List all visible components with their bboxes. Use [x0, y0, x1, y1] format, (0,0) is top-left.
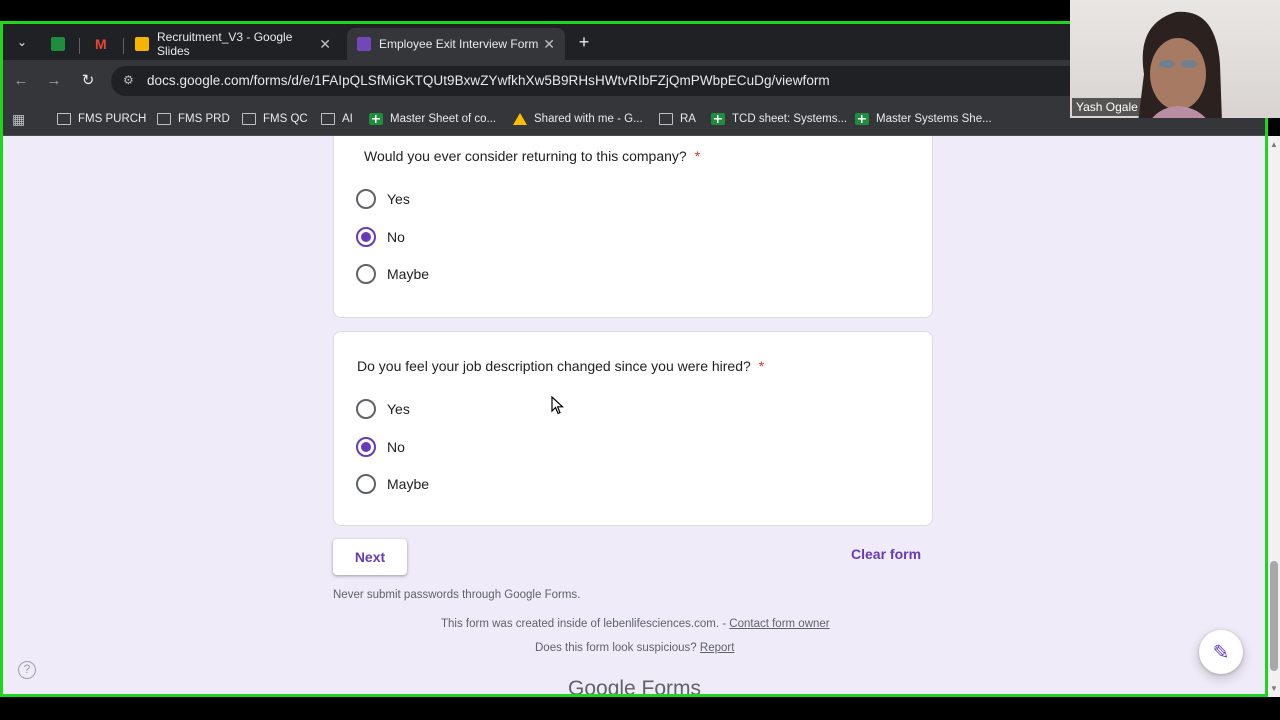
scroll-down-arrow-icon[interactable]: ▼: [1270, 684, 1278, 693]
folder-icon: [242, 113, 256, 125]
radio-button[interactable]: [356, 264, 376, 284]
form-page: Would you ever consider returning to thi…: [3, 136, 1268, 697]
sheets-icon: [855, 113, 869, 125]
report-link[interactable]: Report: [700, 642, 735, 654]
bookmark-item[interactable]: Master Sheet of co...: [369, 110, 496, 128]
tab-recruitment-slides[interactable]: Recruitment_V3 - Google Slides ✕: [125, 28, 341, 60]
suspicious-note: Does this form look suspicious? Report: [535, 642, 734, 654]
bookmark-label: RA: [680, 113, 696, 125]
bookmark-item[interactable]: FMS QC: [242, 110, 308, 128]
form-origin-text: This form was created inside of lebenlif…: [441, 618, 727, 630]
radio-option-yes[interactable]: Yes: [356, 398, 410, 420]
bookmark-label: FMS PURCH: [78, 113, 147, 125]
option-label: No: [387, 439, 405, 455]
required-asterisk: *: [694, 148, 701, 164]
folder-icon: [57, 113, 71, 125]
clear-form-button[interactable]: Clear form: [851, 546, 921, 562]
bookmark-label: FMS QC: [263, 113, 308, 125]
page-scrollbar[interactable]: ▲ ▼: [1268, 136, 1280, 697]
participant-name-label: Yash Ogale: [1072, 98, 1142, 116]
bookmark-item[interactable]: RA: [659, 110, 696, 128]
radio-option-maybe[interactable]: Maybe: [356, 473, 429, 495]
next-button[interactable]: Next: [333, 539, 407, 575]
help-icon[interactable]: ?: [18, 661, 36, 679]
bookmark-label: TCD sheet: Systems...: [732, 113, 848, 125]
bookmark-label: Master Systems She...: [876, 113, 992, 125]
option-label: Maybe: [387, 266, 430, 282]
address-bar[interactable]: ⚙ docs.google.com/forms/d/e/1FAIpQLSfMiG…: [111, 66, 1111, 96]
folder-icon: [157, 113, 171, 125]
sheets-icon: [369, 113, 383, 125]
radio-option-maybe[interactable]: Maybe: [356, 263, 429, 285]
bookmark-label: FMS PRD: [178, 113, 230, 125]
new-tab-plus-icon[interactable]: +: [573, 30, 595, 54]
bookmark-label: AI: [342, 113, 353, 125]
scroll-up-arrow-icon[interactable]: ▲: [1270, 140, 1278, 149]
radio-button[interactable]: [356, 227, 376, 247]
tab-label: Employee Exit Interview Form: [379, 37, 539, 51]
option-label: Yes: [387, 191, 410, 207]
bookmark-item[interactable]: FMS PRD: [157, 110, 230, 128]
option-label: No: [387, 229, 405, 245]
folder-icon: [659, 113, 673, 125]
question-title: Would you ever consider returning to thi…: [364, 148, 701, 164]
bookmark-item[interactable]: TCD sheet: Systems...: [711, 110, 847, 128]
url-text: docs.google.com/forms/d/e/1FAIpQLSfMiGKT…: [147, 73, 830, 88]
bookmark-label: Shared with me - G...: [534, 113, 643, 125]
bookmark-item[interactable]: Shared with me - G...: [513, 110, 643, 128]
contact-form-owner-link[interactable]: Contact form owner: [729, 618, 829, 630]
sheets-icon: [51, 37, 65, 51]
close-tab-icon[interactable]: ✕: [319, 36, 331, 53]
option-label: Maybe: [387, 476, 430, 492]
radio-button[interactable]: [356, 399, 376, 419]
gmail-icon: M: [95, 36, 107, 52]
radio-option-no[interactable]: No: [356, 436, 405, 458]
form-origin-note: This form was created inside of lebenlif…: [441, 618, 830, 630]
required-asterisk: *: [758, 358, 765, 374]
close-tab-icon[interactable]: ✕: [543, 36, 555, 53]
participant-video-icon: [1138, 11, 1222, 118]
bookmark-item[interactable]: FMS PURCH: [57, 110, 146, 128]
radio-button[interactable]: [356, 437, 376, 457]
forward-arrow-icon[interactable]: →: [45, 72, 63, 90]
tab-separator: [123, 38, 124, 54]
tab-sheets[interactable]: [41, 28, 81, 60]
forms-icon: [357, 37, 371, 51]
tab-separator: [79, 38, 80, 54]
drive-icon: [513, 113, 527, 125]
question-card: Do you feel your job description changed…: [333, 331, 933, 526]
bookmark-item[interactable]: Master Systems She...: [855, 110, 992, 128]
mouse-cursor-icon: [551, 396, 565, 415]
edit-pencil-icon[interactable]: ✎: [1199, 630, 1243, 674]
suspicious-text: Does this form look suspicious?: [535, 642, 697, 654]
reload-icon[interactable]: ↻: [79, 72, 97, 90]
folder-icon: [321, 113, 335, 125]
slides-icon: [135, 37, 149, 51]
scroll-thumb[interactable]: [1270, 561, 1278, 671]
question-title: Do you feel your job description changed…: [357, 358, 765, 374]
tab-gmail[interactable]: M: [85, 28, 125, 60]
radio-button[interactable]: [356, 189, 376, 209]
site-info-icon[interactable]: ⚙: [123, 73, 137, 87]
tab-exit-interview-form[interactable]: Employee Exit Interview Form ✕: [347, 28, 565, 60]
sheets-icon: [711, 113, 725, 125]
bookmark-item[interactable]: AI: [321, 110, 353, 128]
question-card: Would you ever consider returning to thi…: [333, 136, 933, 318]
tab-label: Recruitment_V3 - Google Slides: [157, 30, 293, 58]
password-warning: Never submit passwords through Google Fo…: [333, 589, 581, 601]
bookmark-label: Master Sheet of co...: [390, 113, 497, 125]
radio-option-yes[interactable]: Yes: [356, 188, 410, 210]
radio-option-no[interactable]: No: [356, 226, 405, 248]
radio-button[interactable]: [356, 474, 376, 494]
google-forms-logo[interactable]: Google Forms: [568, 677, 701, 697]
tab-search-chevron-icon[interactable]: ⌄: [11, 30, 33, 54]
apps-grid-icon[interactable]: ▦: [12, 110, 25, 128]
back-arrow-icon[interactable]: ←: [12, 72, 30, 90]
option-label: Yes: [387, 401, 410, 417]
